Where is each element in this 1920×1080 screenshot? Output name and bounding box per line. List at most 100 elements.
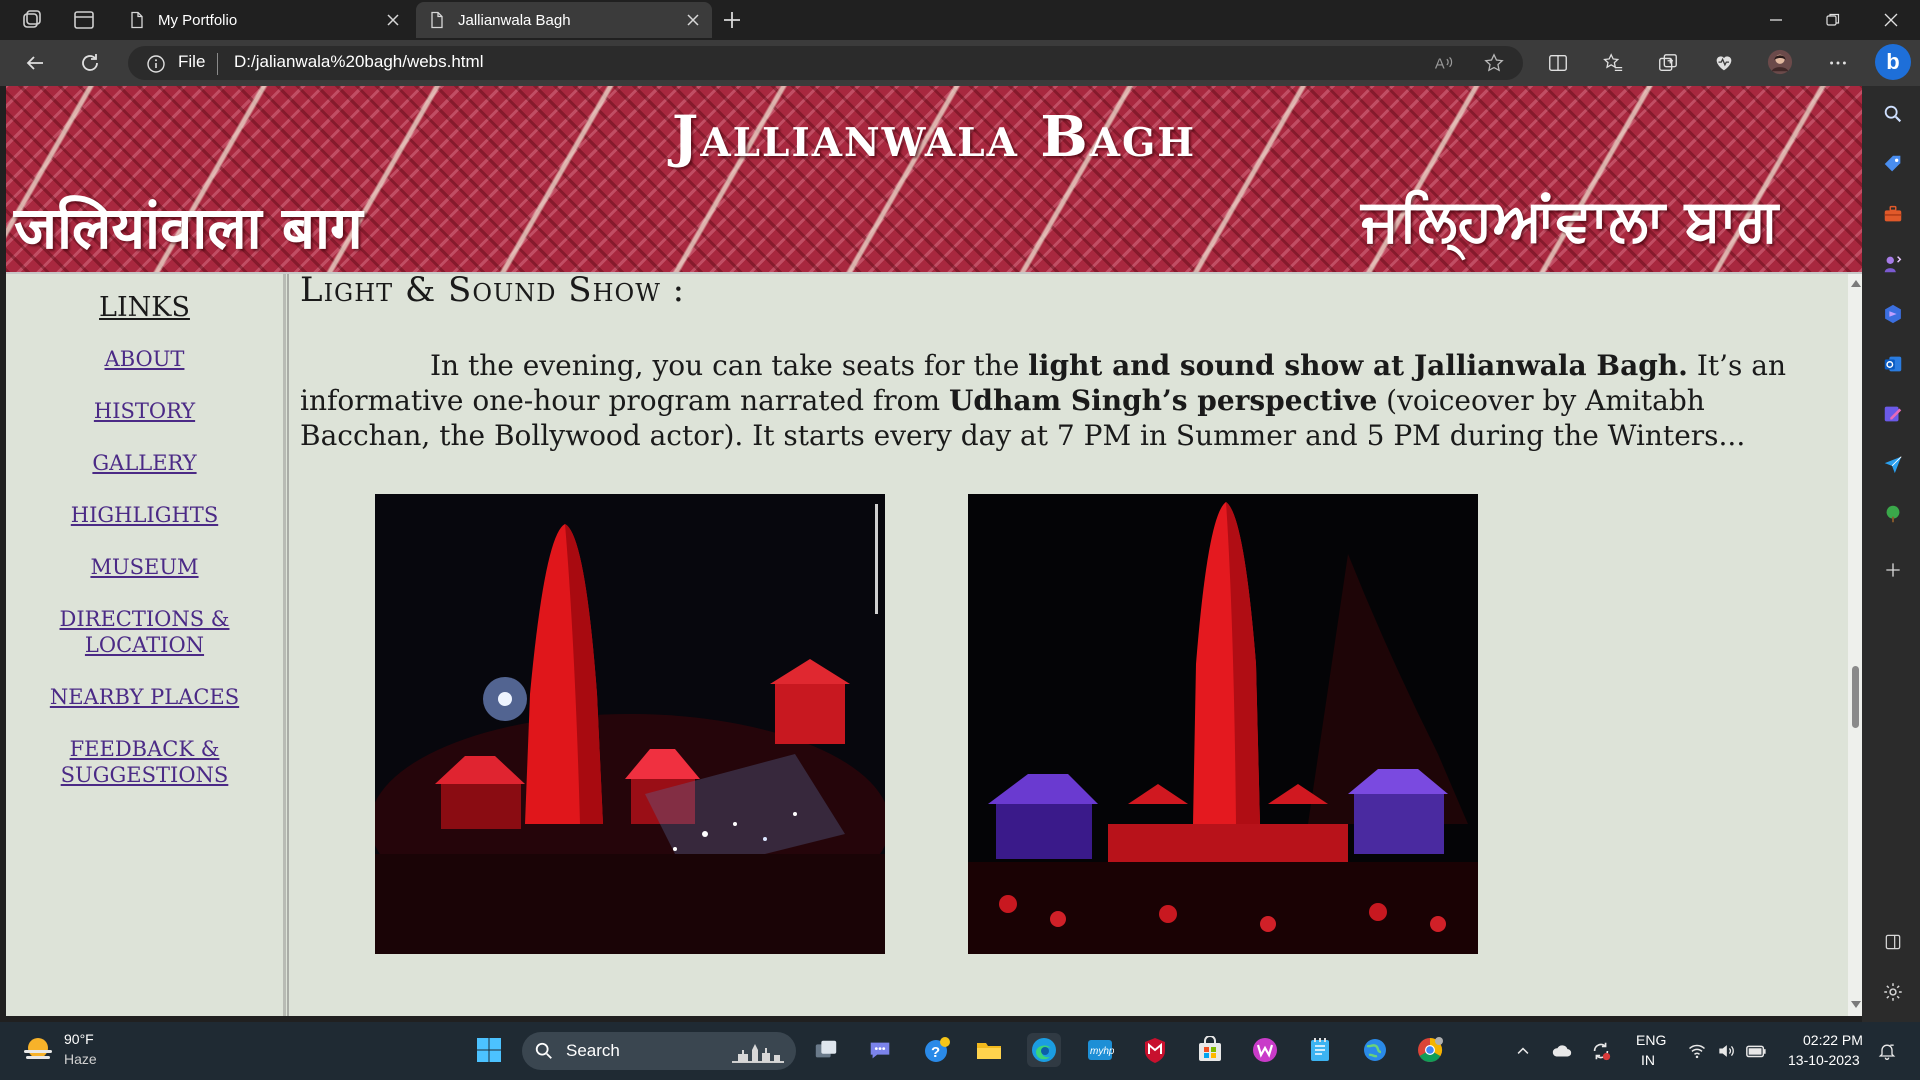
desc-bold-1: light and sound show at Jallianwala Bagh… — [1028, 349, 1688, 382]
notepad-icon[interactable] — [1303, 1033, 1337, 1067]
svg-text:myhp: myhp — [1090, 1046, 1114, 1057]
memorial-night-photo-2 — [968, 494, 1478, 954]
add-sidebar-app-icon[interactable] — [1879, 556, 1907, 584]
language-indicator[interactable]: ENG — [1636, 1032, 1666, 1048]
tab-title: Jallianwala Bagh — [458, 11, 571, 29]
taskbar-search-label[interactable]: Search — [566, 1041, 620, 1061]
tab-my-portfolio[interactable]: My Portfolio — [116, 2, 412, 38]
close-tab-icon[interactable] — [682, 9, 704, 31]
banner-title: Jallianwala Bagh — [671, 104, 1197, 170]
page-scrollbar[interactable] — [1848, 274, 1862, 1016]
nav-link-feedback[interactable]: FEEDBACK & — [6, 736, 283, 762]
hide-sidebar-icon[interactable] — [1879, 928, 1907, 956]
battery-icon[interactable] — [1745, 1040, 1767, 1062]
games-icon[interactable] — [1879, 250, 1907, 278]
teams-chat-icon[interactable] — [863, 1033, 897, 1067]
scrollbar-thumb[interactable] — [1852, 666, 1859, 728]
nav-link-highlights[interactable]: HIGHLIGHTS — [6, 502, 283, 528]
page-icon — [128, 11, 146, 29]
refresh-icon[interactable] — [77, 50, 103, 76]
mcafee-icon[interactable] — [1138, 1033, 1172, 1067]
profile-avatar-icon[interactable] — [1767, 49, 1793, 75]
start-windows-icon[interactable] — [472, 1033, 506, 1067]
chrome-icon[interactable] — [1413, 1033, 1447, 1067]
tools-briefcase-icon[interactable] — [1879, 200, 1907, 228]
address-divider — [217, 53, 218, 75]
notification-bell-icon[interactable] — [1876, 1040, 1898, 1062]
header-banner: Jallianwala Bagh जलियांवाला बाग ਜਲ੍ਹਿਆਂਵ… — [6, 86, 1862, 274]
remote-globe-icon[interactable] — [1358, 1033, 1392, 1067]
new-tab-icon[interactable] — [720, 8, 744, 32]
read-aloud-icon[interactable]: A — [1431, 50, 1457, 76]
back-icon[interactable] — [22, 50, 48, 76]
nav-link-directions[interactable]: DIRECTIONS & — [6, 606, 283, 632]
wifi-icon[interactable] — [1686, 1040, 1708, 1062]
nav-link-museum[interactable]: MUSEUM — [6, 554, 283, 580]
get-help-icon[interactable]: ? — [920, 1033, 954, 1067]
browser-essentials-icon[interactable] — [1711, 50, 1737, 76]
clock-date[interactable]: 13-10-2023 — [1788, 1052, 1860, 1068]
tab-title: My Portfolio — [158, 11, 238, 29]
search-icon[interactable] — [1879, 100, 1907, 128]
tab-jallianwala-bagh[interactable]: Jallianwala Bagh — [416, 2, 712, 38]
microsoft-store-icon[interactable] — [1193, 1033, 1227, 1067]
scroll-up-arrow-icon[interactable] — [1851, 280, 1861, 287]
send-icon[interactable] — [1879, 450, 1907, 478]
language-region[interactable]: IN — [1641, 1052, 1655, 1068]
banner-hindi-title: जलियांवाला बाग — [14, 194, 363, 262]
more-options-icon[interactable] — [1825, 50, 1851, 76]
desc-bold-2: Udham Singh’s perspective — [948, 384, 1378, 417]
split-screen-icon[interactable] — [1545, 50, 1571, 76]
tree-icon[interactable] — [1879, 500, 1907, 528]
outlook-icon[interactable] — [1879, 350, 1907, 378]
page-viewport: Jallianwala Bagh जलियांवाला बाग ਜਲ੍ਹਿਆਂਵ… — [6, 86, 1862, 1016]
copilot-hex-icon[interactable] — [1879, 300, 1907, 328]
tab-strip: My Portfolio Jallianwala Bagh — [0, 0, 1920, 40]
restore-icon[interactable] — [1819, 6, 1847, 34]
close-window-icon[interactable] — [1877, 6, 1905, 34]
show-hidden-icons-chevron-icon[interactable] — [1512, 1040, 1534, 1062]
designer-icon[interactable] — [1879, 400, 1907, 428]
nav-link-history[interactable]: HISTORY — [6, 398, 283, 424]
close-tab-icon[interactable] — [382, 9, 404, 31]
favorite-star-icon[interactable] — [1481, 50, 1507, 76]
onedrive-cloud-icon[interactable] — [1551, 1040, 1573, 1062]
copilot-bing-icon[interactable]: b — [1875, 44, 1911, 80]
edge-browser-icon[interactable] — [1027, 1033, 1061, 1067]
tab-actions-icon[interactable] — [72, 8, 96, 32]
nav-divider — [287, 274, 289, 1016]
memorial-night-photo-1 — [375, 494, 885, 954]
light-show-photo-2 — [968, 494, 1478, 954]
workspaces-icon[interactable] — [20, 8, 44, 32]
nav-heading: LINKS — [99, 292, 190, 323]
wps-office-icon[interactable] — [1248, 1033, 1282, 1067]
svg-text:?: ? — [931, 1044, 940, 1061]
site-scheme-label[interactable]: File — [178, 52, 205, 72]
shopping-tag-icon[interactable] — [1879, 150, 1907, 178]
search-highlight-temple-icon — [730, 1036, 786, 1066]
task-view-icon[interactable] — [809, 1033, 843, 1067]
favorites-icon[interactable] — [1600, 50, 1626, 76]
nav-link-location[interactable]: LOCATION — [6, 632, 283, 658]
weather-description[interactable]: Haze — [64, 1051, 97, 1067]
nav-link-suggestions[interactable]: SUGGESTIONS — [6, 762, 283, 788]
info-icon[interactable] — [146, 54, 166, 74]
nav-sidebar: LINKS ABOUT HISTORY GALLERY HIGHLIGHTS M… — [6, 274, 286, 1016]
weather-haze-icon[interactable] — [20, 1032, 56, 1068]
nav-link-gallery[interactable]: GALLERY — [6, 450, 283, 476]
file-explorer-icon[interactable] — [972, 1033, 1006, 1067]
collections-icon[interactable] — [1655, 50, 1681, 76]
sync-icon[interactable] — [1590, 1040, 1612, 1062]
weather-temperature[interactable]: 90°F — [64, 1031, 94, 1047]
light-show-photo-1 — [375, 494, 885, 954]
mylic-app-icon[interactable]: myhp — [1083, 1033, 1117, 1067]
minimize-icon[interactable] — [1762, 6, 1790, 34]
nav-link-about[interactable]: ABOUT — [6, 346, 283, 372]
url-text[interactable]: D:/jalianwala%20bagh/webs.html — [234, 52, 483, 72]
nav-link-nearby-places[interactable]: NEARBY PLACES — [6, 684, 283, 710]
windows-taskbar — [0, 1022, 1920, 1080]
volume-icon[interactable] — [1715, 1040, 1737, 1062]
sidebar-settings-icon[interactable] — [1879, 978, 1907, 1006]
clock-time[interactable]: 02:22 PM — [1803, 1032, 1863, 1048]
scroll-down-arrow-icon[interactable] — [1851, 1001, 1861, 1008]
